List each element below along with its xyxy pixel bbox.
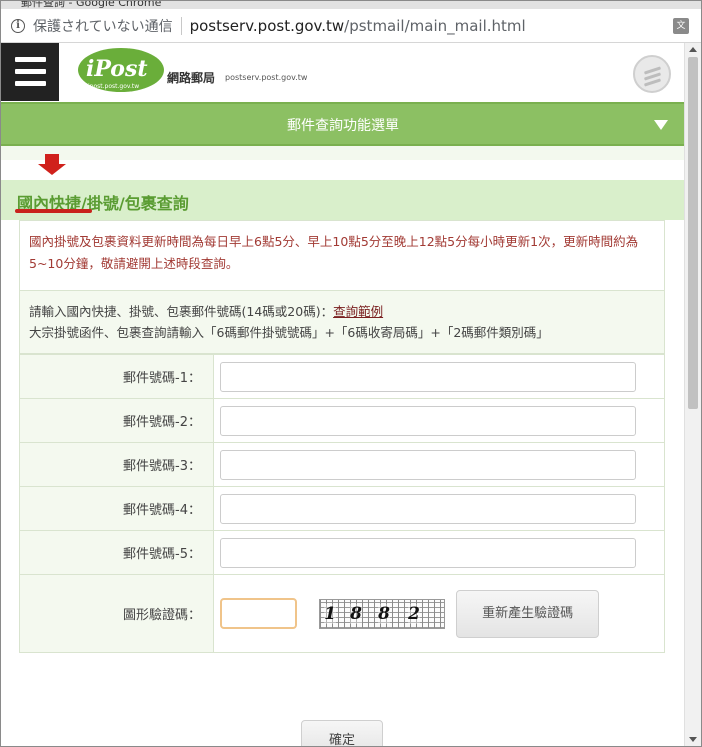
field-label: 郵件號碼-3： (19, 442, 214, 487)
logo-subtext: ipost.post.gov.tw (88, 83, 140, 90)
list-menu-icon[interactable] (633, 55, 671, 93)
form-row: 郵件號碼-3： (19, 442, 665, 487)
tracking-number-input-3[interactable] (220, 449, 636, 480)
site-name: 網路郵局 (167, 71, 216, 85)
instructions-line-1: 請輸入國內快捷、掛號、包裹郵件號碼(14碼或20碼)： (29, 304, 334, 319)
captcha-input[interactable] (220, 598, 297, 629)
form-row: 郵件號碼-5： (19, 530, 665, 575)
site-header: iPost ipost.post.gov.tw 網路郵局 postserv.po… (1, 43, 685, 101)
scroll-thumb[interactable] (688, 57, 698, 409)
field-label: 郵件號碼-4： (19, 486, 214, 531)
red-underline-annotation (15, 209, 92, 213)
browser-window: 郵件查詢 - Google Chrome i 保護されていない通信 postse… (0, 0, 702, 747)
security-status: 保護されていない通信 (33, 18, 173, 35)
captcha-label: 圖形驗證碼： (19, 574, 214, 653)
instructions-line-2: 大宗掛號函件、包裹查詢請輸入「6碼郵件掛號號碼」+「6碼收寄局碼」+「2碼郵件類… (29, 325, 549, 340)
captcha-image: 1 8 8 2 (319, 598, 446, 629)
field-label: 郵件號碼-2： (19, 398, 214, 443)
site-domain: postserv.post.gov.tw (225, 73, 308, 82)
url-text[interactable]: postserv.post.gov.tw/pstmail/main_mail.h… (190, 17, 526, 35)
address-divider (180, 16, 182, 35)
tracking-number-input-5[interactable] (220, 537, 636, 568)
captcha-digit: 1 (324, 603, 336, 624)
field-label: 郵件號碼-1： (19, 354, 214, 399)
field-label: 郵件號碼-5： (19, 530, 214, 575)
captcha-digit: 8 (350, 603, 362, 624)
query-form: 國內掛號及包裹資料更新時間為每日早上6點5分、早上10點5分至晚上12點5分每小… (19, 220, 665, 653)
window-title: 郵件查詢 - Google Chrome (21, 1, 162, 9)
hamburger-menu-icon[interactable] (1, 43, 59, 101)
form-row: 郵件號碼-1： (19, 354, 665, 399)
query-menu-bar[interactable]: 郵件查詢功能選單 (1, 102, 685, 146)
form-row: 郵件號碼-4： (19, 486, 665, 531)
ipost-logo[interactable]: iPost ipost.post.gov.tw (78, 48, 168, 98)
tracking-number-table: 郵件號碼-1： 郵件號碼-2： 郵件號碼-3： 郵件號碼-4： 郵件號碼-5： (19, 354, 665, 653)
info-icon[interactable]: i (11, 18, 25, 33)
tracking-number-input-2[interactable] (220, 405, 636, 436)
tracking-number-input-4[interactable] (220, 493, 636, 524)
tracking-number-input-1[interactable] (220, 361, 636, 392)
caret-down-icon[interactable] (654, 120, 668, 130)
example-link[interactable]: 查詢範例 (333, 304, 383, 319)
scroll-up-icon[interactable] (689, 47, 697, 52)
address-bar[interactable]: i 保護されていない通信 postserv.post.gov.tw/pstmai… (1, 9, 701, 43)
red-arrow-annotation (38, 154, 66, 176)
regenerate-captcha-button[interactable]: 重新產生驗證碼 (456, 589, 600, 638)
url-domain: postserv.post.gov.tw (189, 16, 345, 35)
url-path: /pstmail/main_mail.html (344, 16, 526, 35)
vertical-scrollbar[interactable] (684, 43, 701, 746)
window-title-bar: 郵件查詢 - Google Chrome (1, 1, 701, 9)
update-notice: 國內掛號及包裹資料更新時間為每日早上6點5分、早上10點5分至晚上12點5分每小… (19, 220, 665, 290)
captcha-digit: 2 (408, 603, 420, 624)
translate-icon[interactable]: 文 (673, 18, 689, 34)
scroll-down-icon[interactable] (689, 737, 697, 742)
captcha-row: 圖形驗證碼： 1 8 8 2 重新產生驗證碼 (19, 574, 665, 653)
submit-button[interactable]: 確定 (301, 720, 383, 746)
spacer-band (1, 146, 685, 160)
page-content: iPost ipost.post.gov.tw 網路郵局 postserv.po… (1, 43, 685, 746)
captcha-digit: 8 (378, 603, 390, 624)
query-menu-label: 郵件查詢功能選單 (287, 118, 399, 134)
form-row: 郵件號碼-2： (19, 398, 665, 443)
section-header: 國內快捷/掛號/包裹查詢 (1, 180, 685, 220)
logo-text: iPost (86, 56, 148, 82)
input-instructions: 請輸入國內快捷、掛號、包裹郵件號碼(14碼或20碼)：查詢範例 大宗掛號函件、包… (19, 290, 665, 354)
